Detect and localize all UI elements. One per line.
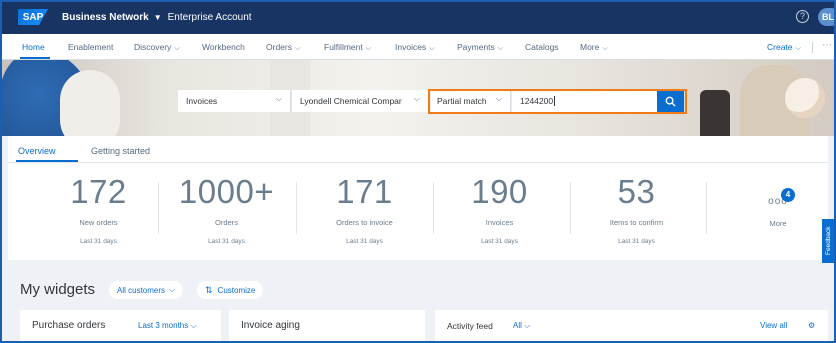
nav-discovery[interactable]: Discovery ⌵ [134,42,180,53]
customers-filter[interactable]: All customers ⌵ [109,281,184,299]
chevron-down-icon: ⌵ [429,45,435,52]
kpi-more[interactable]: ooo 4 More [748,188,808,228]
widget-invoice-aging[interactable]: Invoice aging [229,310,425,343]
tab-active-indicator [16,160,78,162]
chevron-down-icon: ⌵ [413,94,420,103]
nav-catalogs[interactable]: Catalogs [525,42,559,52]
tab-overview[interactable]: Overview [18,146,56,156]
top-nav: Home Enablement Discovery ⌵ Workbench Ord… [0,34,836,60]
help-icon[interactable]: ? [796,10,809,23]
activity-filter[interactable]: All ⌵ [513,321,530,331]
chevron-down-icon: ⌵ [275,94,282,103]
widgets-title: My widgets [20,281,96,298]
chevron-down-icon: ⌵ [294,45,301,52]
purchase-orders-filter[interactable]: Last 3 months ⌵ [138,321,197,331]
document-type-select[interactable]: Invoices ⌵ [178,90,291,112]
nav-workbench[interactable]: Workbench [202,42,245,52]
hero-banner: Invoices ⌵ Lyondell Chemical Compar ⌵ Pa… [0,60,836,136]
nav-more[interactable]: More ⌵ [580,42,608,53]
settings-icon[interactable]: ⚙ [808,321,815,330]
feedback-tab[interactable]: Feedback [822,219,836,263]
overflow-icon[interactable]: ⋯ [822,40,832,51]
more-count-badge: 4 [781,188,795,202]
nav-invoices[interactable]: Invoices ⌵ [395,42,435,53]
chevron-down-icon: ⌵ [174,45,180,52]
chevron-down-icon: ⌵ [497,45,504,52]
chevron-down-icon: ⌵ [602,45,608,52]
chevron-down-icon: ⌵ [365,45,372,52]
sap-logo[interactable]: SAP [18,9,48,25]
hero-photo-shape [700,90,730,136]
kpi-orders-to-invoice[interactable]: 171 Orders to invoice Last 31 days [296,175,433,246]
nav-fulfillment[interactable]: Fulfillment ⌵ [324,42,371,53]
kpi-invoices[interactable]: 190 Invoices Last 31 days [431,175,568,246]
overview-tabs: Overview Getting started [8,136,828,163]
view-all-link[interactable]: View all [760,321,787,330]
search-highlight [428,89,687,114]
chevron-down-icon: ⌵ [795,45,801,52]
nav-home[interactable]: Home [22,42,45,52]
customer-select[interactable]: Lyondell Chemical Compar ⌵ [292,90,428,112]
chevron-down-icon: ⌵ [169,285,176,294]
widget-purchase-orders[interactable]: Purchase orders Last 3 months ⌵ [20,310,221,343]
nav-orders[interactable]: Orders ⌵ [266,42,300,53]
customize-button[interactable]: ⇅ Customize [197,281,264,299]
kpi-divider [706,182,707,234]
widget-activity-feed[interactable]: Activity feed All ⌵ View all ⚙ [435,310,828,343]
nav-payments[interactable]: Payments ⌵ [457,42,503,53]
customize-icon: ⇅ [205,284,213,295]
create-menu[interactable]: Create ⌵ [767,42,801,53]
shell-bar: SAP Business Network ▼ Enterprise Accoun… [0,0,836,34]
chevron-down-icon: ⌵ [524,321,531,330]
hero-photo-shape [60,70,120,136]
nav-active-indicator [20,57,50,59]
overview-card: Overview Getting started 172 New orders … [8,136,828,260]
kpi-orders[interactable]: 1000+ Orders Last 31 days [158,175,295,246]
nav-separator [812,42,813,53]
product-name[interactable]: Business Network [62,12,149,23]
tab-getting-started[interactable]: Getting started [91,146,150,156]
nav-enablement[interactable]: Enablement [68,42,113,52]
account-type: Enterprise Account [167,11,252,23]
kpi-items-to-confirm[interactable]: 53 Items to confirm Last 31 days [568,175,705,246]
kpi-new-orders[interactable]: 172 New orders Last 31 days [30,175,167,246]
more-icon: ooo [768,196,788,207]
chevron-down-icon[interactable]: ▼ [154,13,162,22]
hero-photo-shape [785,78,825,118]
avatar[interactable]: BL [818,8,836,26]
chevron-down-icon: ⌵ [190,321,197,330]
